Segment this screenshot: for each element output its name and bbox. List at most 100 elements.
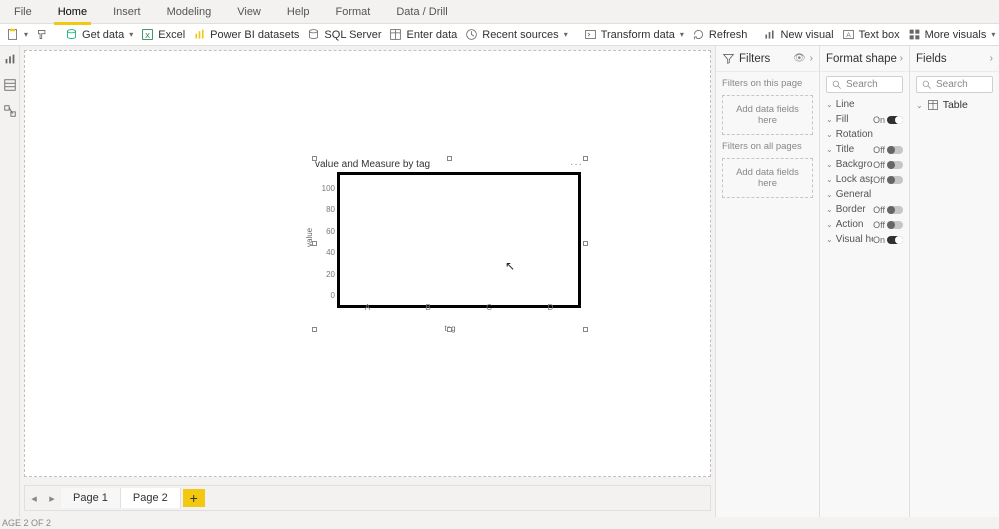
menu-bar: File Home Insert Modeling View Help Form… — [0, 0, 999, 24]
menu-modeling[interactable]: Modeling — [163, 4, 216, 20]
chevron-down-icon: ⌄ — [826, 130, 833, 139]
svg-text:A: A — [846, 32, 851, 39]
chevron-down-icon: ⌄ — [826, 205, 833, 214]
recent-sources-button[interactable]: Recent sources▾ — [465, 28, 567, 41]
filters-on-all-label: Filters on all pages — [722, 141, 813, 152]
get-data-button[interactable]: Get data▾ — [65, 28, 133, 41]
refresh-button[interactable]: Refresh — [692, 28, 748, 41]
chevron-down-icon: ⌄ — [826, 100, 833, 109]
x-axis-ticks: A B C D — [337, 303, 581, 312]
fields-search[interactable]: Search — [916, 76, 993, 93]
field-table[interactable]: ⌄ Table — [910, 97, 999, 113]
search-icon — [831, 79, 842, 90]
report-canvas[interactable]: value and Measure by tag ··· 100 80 60 4… — [24, 50, 711, 477]
view-rail — [0, 46, 20, 517]
format-title: Format shape — [826, 53, 897, 65]
report-view-icon[interactable] — [3, 52, 17, 66]
resize-handle[interactable] — [583, 241, 588, 246]
pbi-datasets-button[interactable]: Power BI datasets — [193, 28, 299, 41]
format-row-title[interactable]: ⌄TitleOff — [820, 142, 909, 157]
toggle-backgrou-[interactable]: Off — [873, 160, 903, 170]
format-row-lock-aspe-[interactable]: ⌄Lock aspe…Off — [820, 172, 909, 187]
format-painter-button[interactable] — [36, 28, 49, 41]
filters-pane: Filters 👁 › Filters on this page Add dat… — [715, 46, 819, 517]
chevron-down-icon: ⌄ — [826, 235, 833, 244]
format-row-border[interactable]: ⌄BorderOff — [820, 202, 909, 217]
toggle-fill[interactable]: On — [873, 115, 903, 125]
page-tab-2[interactable]: Page 2 — [121, 488, 181, 508]
canvas-area: value and Measure by tag ··· 100 80 60 4… — [20, 46, 715, 517]
y-axis-ticks: 100 80 60 40 20 0 — [315, 184, 335, 300]
resize-handle[interactable] — [583, 327, 588, 332]
filters-collapse-icon[interactable]: › — [810, 53, 813, 64]
resize-handle[interactable] — [312, 327, 317, 332]
filter-icon — [722, 52, 735, 65]
format-row-line[interactable]: ⌄Line — [820, 97, 909, 112]
format-row-action[interactable]: ⌄ActionOff — [820, 217, 909, 232]
chevron-down-icon: ⌄ — [826, 160, 833, 169]
chart-plot-area — [337, 172, 581, 308]
page-tab-bar: ◂ ▸ Page 1 Page 2 + — [24, 485, 711, 511]
chart-visual[interactable]: value and Measure by tag ··· 100 80 60 4… — [315, 159, 585, 329]
add-page-button[interactable]: + — [183, 489, 205, 507]
toggle-lock-aspe-[interactable]: Off — [873, 175, 903, 185]
workspace: value and Measure by tag ··· 100 80 60 4… — [0, 46, 999, 517]
more-visuals-button[interactable]: More visuals▾ — [908, 28, 996, 41]
filters-on-page-drop[interactable]: Add data fields here — [722, 95, 813, 135]
resize-handle[interactable] — [312, 241, 317, 246]
resize-handle[interactable] — [447, 327, 452, 332]
menu-insert[interactable]: Insert — [109, 4, 145, 20]
menu-help[interactable]: Help — [283, 4, 314, 20]
toggle-border[interactable]: Off — [873, 205, 903, 215]
page-tab-1[interactable]: Page 1 — [61, 488, 121, 508]
model-view-icon[interactable] — [3, 104, 17, 118]
format-row-backgrou-[interactable]: ⌄Backgrou…Off — [820, 157, 909, 172]
text-box-button[interactable]: A Text box — [842, 28, 900, 41]
filters-title: Filters — [739, 53, 770, 65]
right-panes: Filters 👁 › Filters on this page Add dat… — [715, 46, 999, 517]
chevron-down-icon: ⌄ — [826, 145, 833, 154]
menu-file[interactable]: File — [10, 4, 36, 20]
resize-handle[interactable] — [447, 156, 452, 161]
paste-button[interactable]: ▾ — [6, 28, 28, 41]
fields-collapse-icon[interactable]: › — [990, 53, 993, 64]
resize-handle[interactable] — [312, 156, 317, 161]
filters-eye-icon[interactable]: 👁 — [793, 53, 806, 64]
status-bar: AGE 2 OF 2 — [0, 517, 999, 529]
format-row-fill[interactable]: ⌄FillOn — [820, 112, 909, 127]
chevron-down-icon: ⌄ — [826, 115, 833, 124]
search-icon — [921, 79, 932, 90]
new-visual-button[interactable]: New visual — [763, 28, 833, 41]
chevron-down-icon: ⌄ — [826, 175, 833, 184]
enter-data-button[interactable]: Enter data — [389, 28, 457, 41]
format-row-visual-he-[interactable]: ⌄Visual he…On — [820, 232, 909, 247]
chevron-down-icon: ⌄ — [826, 190, 833, 199]
format-search[interactable]: Search — [826, 76, 903, 93]
format-pane: Format shape › Search ⌄Line⌄FillOn⌄Rotat… — [819, 46, 909, 517]
toggle-visual-he-[interactable]: On — [873, 235, 903, 245]
ribbon: ▾ Get data▾ X Excel Power BI datasets SQ… — [0, 24, 999, 46]
excel-button[interactable]: X Excel — [141, 28, 185, 41]
svg-text:X: X — [145, 31, 150, 40]
menu-data-drill[interactable]: Data / Drill — [392, 4, 451, 20]
fields-pane: Fields › Search ⌄ Table — [909, 46, 999, 517]
menu-home[interactable]: Home — [54, 4, 91, 20]
format-row-general[interactable]: ⌄General — [820, 187, 909, 202]
page-prev-button[interactable]: ◂ — [25, 492, 43, 505]
filters-on-all-drop[interactable]: Add data fields here — [722, 158, 813, 198]
chart-more-icon[interactable]: ··· — [570, 159, 583, 170]
resize-handle[interactable] — [583, 156, 588, 161]
page-next-button[interactable]: ▸ — [43, 492, 61, 505]
fields-title: Fields — [916, 53, 947, 65]
sql-server-button[interactable]: SQL Server — [307, 28, 381, 41]
toggle-title[interactable]: Off — [873, 145, 903, 155]
table-icon — [927, 99, 939, 111]
format-row-rotation[interactable]: ⌄Rotation — [820, 127, 909, 142]
chevron-down-icon: ⌄ — [826, 220, 833, 229]
format-collapse-icon[interactable]: › — [900, 53, 903, 64]
transform-data-button[interactable]: Transform data▾ — [584, 28, 684, 41]
data-view-icon[interactable] — [3, 78, 17, 92]
menu-format[interactable]: Format — [332, 4, 375, 20]
toggle-action[interactable]: Off — [873, 220, 903, 230]
menu-view[interactable]: View — [233, 4, 265, 20]
